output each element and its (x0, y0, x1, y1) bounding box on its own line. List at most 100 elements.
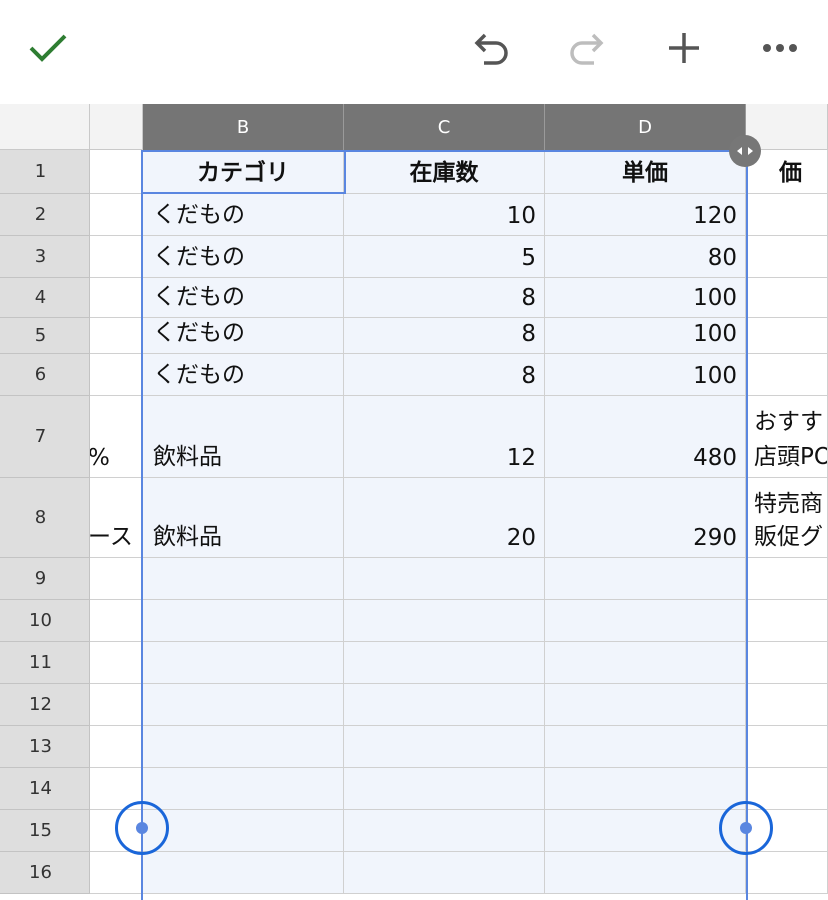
cell-d6[interactable]: 100 (545, 354, 746, 396)
cell-d8[interactable]: 290 (545, 478, 746, 558)
cell-c10[interactable] (344, 600, 545, 642)
cell-b7[interactable]: 飲料品 (143, 396, 344, 478)
cell-d1[interactable]: 単価 (545, 150, 746, 194)
row-header-1[interactable]: 1 (0, 150, 90, 194)
cell-c6[interactable]: 8 (344, 354, 545, 396)
row-header-3[interactable]: 3 (0, 236, 90, 278)
cell-e10[interactable] (746, 600, 828, 642)
cell-e5[interactable] (746, 318, 828, 354)
cell-c15[interactable] (344, 810, 545, 852)
cell-c13[interactable] (344, 726, 545, 768)
column-resize-handle[interactable] (729, 135, 761, 167)
row-header-8[interactable]: 8 (0, 478, 90, 558)
row-header-12[interactable]: 12 (0, 684, 90, 726)
add-button[interactable] (654, 18, 714, 78)
row-header-4[interactable]: 4 (0, 278, 90, 318)
cell-d7[interactable]: 480 (545, 396, 746, 478)
more-button[interactable] (750, 18, 810, 78)
row-header-14[interactable]: 14 (0, 768, 90, 810)
cell-a2[interactable] (90, 194, 143, 236)
row-header-9[interactable]: 9 (0, 558, 90, 600)
cell-b14[interactable] (143, 768, 344, 810)
cell-b16[interactable] (143, 852, 344, 894)
cell-b6[interactable]: くだもの (143, 354, 344, 396)
cell-a3[interactable] (90, 236, 143, 278)
row-header-16[interactable]: 16 (0, 852, 90, 894)
cell-b4[interactable]: くだもの (143, 278, 344, 318)
cell-e9[interactable] (746, 558, 828, 600)
cell-a9[interactable] (90, 558, 143, 600)
cell-a10[interactable] (90, 600, 143, 642)
cell-e6[interactable] (746, 354, 828, 396)
cell-d12[interactable] (545, 684, 746, 726)
cell-c3[interactable]: 5 (344, 236, 545, 278)
cell-b1[interactable]: カテゴリ (143, 150, 344, 194)
cell-d3[interactable]: 80 (545, 236, 746, 278)
cell-e8[interactable]: 特売商 販促グ (746, 478, 828, 558)
cell-b13[interactable] (143, 726, 344, 768)
row-header-13[interactable]: 13 (0, 726, 90, 768)
cell-e13[interactable] (746, 726, 828, 768)
cell-b11[interactable] (143, 642, 344, 684)
cell-c9[interactable] (344, 558, 545, 600)
column-header-a[interactable] (90, 104, 143, 150)
row-header-10[interactable]: 10 (0, 600, 90, 642)
cell-a6[interactable] (90, 354, 143, 396)
cell-a4[interactable] (90, 278, 143, 318)
cell-c12[interactable] (344, 684, 545, 726)
row-header-6[interactable]: 6 (0, 354, 90, 396)
cell-d15[interactable] (545, 810, 746, 852)
selection-handle-left[interactable] (136, 822, 148, 834)
cell-a5[interactable] (90, 318, 143, 354)
cell-e16[interactable] (746, 852, 828, 894)
cell-e11[interactable] (746, 642, 828, 684)
cell-d5[interactable]: 100 (545, 318, 746, 354)
cell-d10[interactable] (545, 600, 746, 642)
cell-b2[interactable]: くだもの (143, 194, 344, 236)
cell-e12[interactable] (746, 684, 828, 726)
cell-e2[interactable] (746, 194, 828, 236)
cell-c11[interactable] (344, 642, 545, 684)
cell-c2[interactable]: 10 (344, 194, 545, 236)
cell-a11[interactable] (90, 642, 143, 684)
row-header-7[interactable]: 7 (0, 396, 90, 478)
cell-e7[interactable]: おすす 店頭PO (746, 396, 828, 478)
cell-c7[interactable]: 12 (344, 396, 545, 478)
cell-b15[interactable] (143, 810, 344, 852)
redo-button[interactable] (556, 18, 616, 78)
confirm-button[interactable] (18, 18, 78, 78)
row-header-2[interactable]: 2 (0, 194, 90, 236)
cell-a8[interactable]: ース (90, 478, 143, 558)
selection-handle-right[interactable] (740, 822, 752, 834)
cell-a13[interactable] (90, 726, 143, 768)
column-header-b[interactable]: B (143, 104, 344, 150)
cell-d9[interactable] (545, 558, 746, 600)
row-header-5[interactable]: 5 (0, 318, 90, 354)
undo-button[interactable] (462, 18, 522, 78)
cell-c16[interactable] (344, 852, 545, 894)
column-header-c[interactable]: C (344, 104, 545, 150)
cell-b3[interactable]: くだもの (143, 236, 344, 278)
row-header-15[interactable]: 15 (0, 810, 90, 852)
cell-a12[interactable] (90, 684, 143, 726)
cell-b12[interactable] (143, 684, 344, 726)
cell-b8[interactable]: 飲料品 (143, 478, 344, 558)
cell-d14[interactable] (545, 768, 746, 810)
cell-c5[interactable]: 8 (344, 318, 545, 354)
column-header-d[interactable]: D (545, 104, 746, 150)
cell-b10[interactable] (143, 600, 344, 642)
cell-d11[interactable] (545, 642, 746, 684)
cell-e4[interactable] (746, 278, 828, 318)
cell-a16[interactable] (90, 852, 143, 894)
cell-a7[interactable]: % (90, 396, 143, 478)
cell-e3[interactable] (746, 236, 828, 278)
cell-d4[interactable]: 100 (545, 278, 746, 318)
cell-c8[interactable]: 20 (344, 478, 545, 558)
cell-a1[interactable] (90, 150, 143, 194)
cell-c4[interactable]: 8 (344, 278, 545, 318)
cell-b5[interactable]: くだもの (143, 318, 344, 354)
cell-c14[interactable] (344, 768, 545, 810)
row-header-11[interactable]: 11 (0, 642, 90, 684)
cell-d13[interactable] (545, 726, 746, 768)
cell-b9[interactable] (143, 558, 344, 600)
